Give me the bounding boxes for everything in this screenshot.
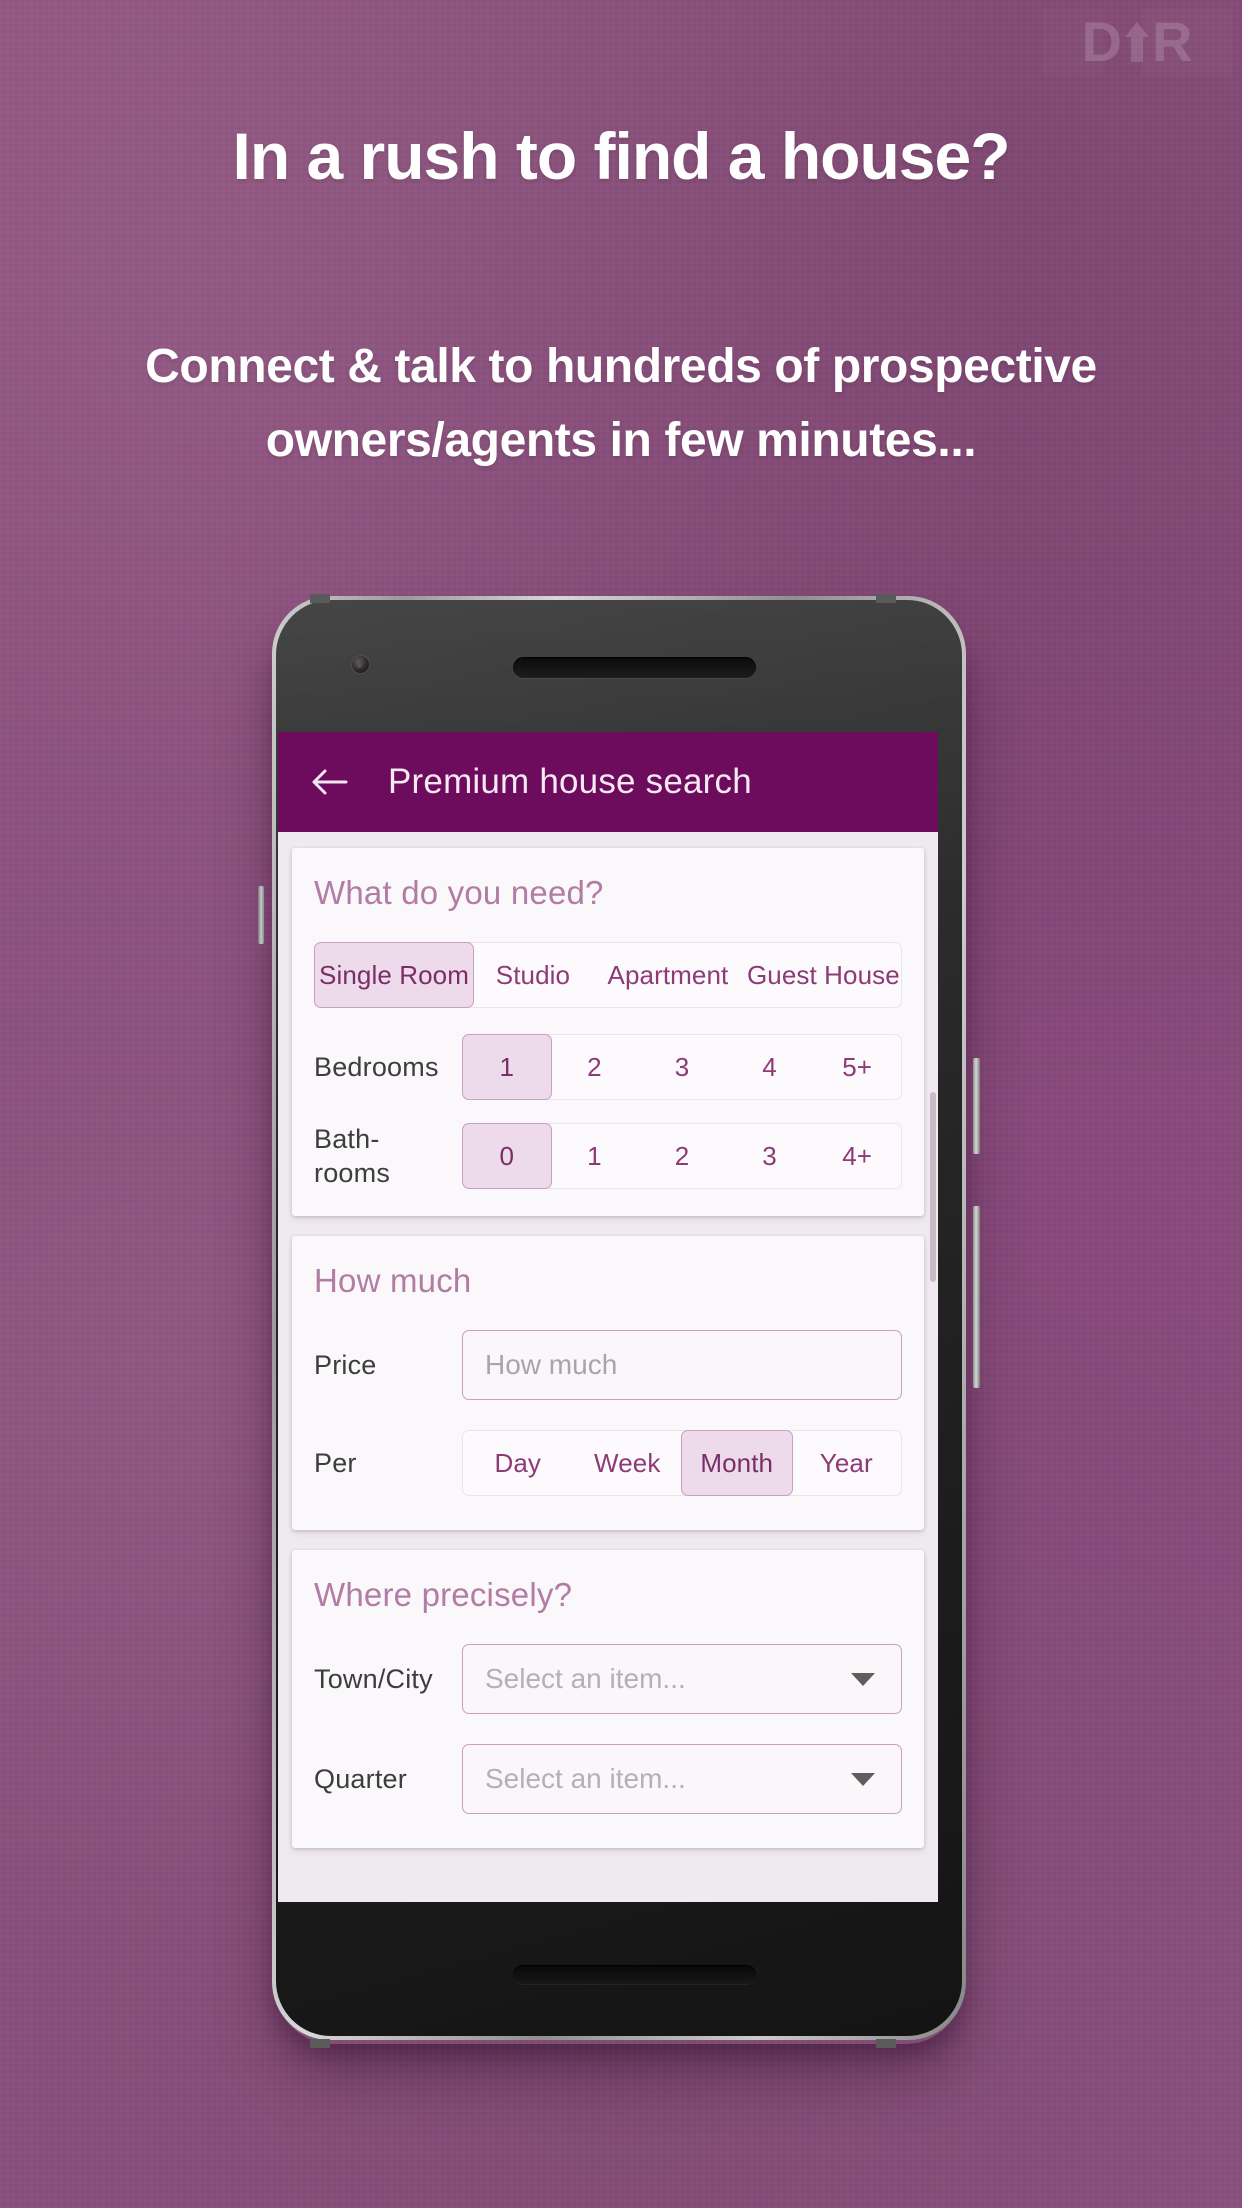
logo-glyphs: D R [1082, 14, 1193, 70]
label-bedrooms: Bedrooms [314, 1052, 439, 1082]
bottom-speaker [513, 1965, 756, 1984]
segment-property-type[interactable]: Single Room Studio Apartment Guest House [314, 942, 902, 1008]
row-quarter: Quarter Select an item... [314, 1744, 902, 1814]
antenna-band-top-left [310, 594, 330, 603]
per-option-day[interactable]: Day [463, 1431, 573, 1495]
antenna-band-bottom-right [876, 2039, 896, 2048]
label-town-city: Town/City [314, 1664, 433, 1694]
front-camera-icon [352, 656, 369, 673]
form-scroll-area[interactable]: What do you need? Single Room Studio Apa… [278, 832, 938, 1902]
row-price: Price How much [314, 1330, 902, 1400]
card-title: How much [314, 1262, 472, 1299]
bedrooms-option-3[interactable]: 3 [638, 1035, 726, 1099]
promo-subheadline: Connect & talk to hundreds of prospectiv… [145, 340, 1097, 467]
vertical-scrollbar[interactable] [930, 1092, 936, 1282]
label-bathrooms: Bath-rooms [314, 1124, 391, 1188]
card-title: Where precisely? [314, 1576, 573, 1613]
app-bar: Premium house search [278, 732, 938, 832]
bathrooms-option-2[interactable]: 2 [638, 1124, 726, 1188]
segment-option-single-room[interactable]: Single Room [314, 942, 474, 1008]
per-option-year[interactable]: Year [792, 1431, 902, 1495]
price-input-placeholder: How much [485, 1349, 618, 1380]
house-arrow-up-icon [1124, 20, 1150, 64]
per-option-month[interactable]: Month [681, 1430, 793, 1496]
logo-letter-r: R [1152, 10, 1193, 73]
label-quarter: Quarter [314, 1764, 407, 1794]
logo-letter-d: D [1081, 10, 1122, 73]
segment-option-guest-house[interactable]: Guest House [743, 943, 904, 1007]
label-price: Price [314, 1350, 377, 1380]
bedrooms-option-4[interactable]: 4 [726, 1035, 814, 1099]
phone-mockup: Premium house search What do you need? S… [258, 586, 980, 2056]
row-town-city: Town/City Select an item... [314, 1644, 902, 1714]
phone-screen: Premium house search What do you need? S… [278, 732, 938, 1902]
bedrooms-option-2[interactable]: 2 [551, 1035, 639, 1099]
per-option-week[interactable]: Week [573, 1431, 683, 1495]
promo-headline: In a rush to find a house? [232, 119, 1010, 193]
card-where-precisely: Where precisely? Town/City Select an ite… [292, 1550, 924, 1848]
antenna-band-bottom-left [310, 2039, 330, 2048]
row-bathrooms: Bath-rooms 0 1 2 3 4+ [314, 1122, 902, 1190]
earpiece-speaker [513, 657, 756, 678]
power-button[interactable] [973, 1058, 980, 1154]
segment-per[interactable]: Day Week Month Year [462, 1430, 902, 1496]
segment-bathrooms[interactable]: 0 1 2 3 4+ [462, 1123, 902, 1189]
price-input[interactable]: How much [462, 1330, 902, 1400]
segment-option-studio[interactable]: Studio [473, 943, 593, 1007]
town-city-placeholder: Select an item... [485, 1663, 686, 1694]
row-property-type: Single Room Studio Apartment Guest House [314, 942, 902, 1008]
bathrooms-option-0[interactable]: 0 [462, 1123, 552, 1189]
bathrooms-option-3[interactable]: 3 [726, 1124, 814, 1188]
card-how-much: How much Price How much Per Day Week Mon… [292, 1236, 924, 1530]
quarter-select[interactable]: Select an item... [462, 1744, 902, 1814]
bedrooms-option-1[interactable]: 1 [462, 1034, 552, 1100]
row-bedrooms: Bedrooms 1 2 3 4 5+ [314, 1034, 902, 1100]
card-what-do-you-need: What do you need? Single Room Studio Apa… [292, 848, 924, 1216]
row-per: Per Day Week Month Year [314, 1430, 902, 1496]
segment-bedrooms[interactable]: 1 2 3 4 5+ [462, 1034, 902, 1100]
quarter-placeholder: Select an item... [485, 1763, 686, 1794]
label-per: Per [314, 1448, 357, 1478]
back-arrow-icon[interactable] [308, 760, 352, 804]
bathrooms-option-1[interactable]: 1 [551, 1124, 639, 1188]
chevron-down-icon [851, 1672, 875, 1686]
segment-option-apartment[interactable]: Apartment [593, 943, 743, 1007]
bathrooms-option-4plus[interactable]: 4+ [813, 1124, 901, 1188]
brand-watermark-logo: D R [1042, 8, 1232, 76]
antenna-band-top-right [876, 594, 896, 603]
chevron-down-icon [851, 1772, 875, 1786]
sim-tray [258, 886, 264, 944]
app-bar-title: Premium house search [388, 762, 752, 801]
card-title: What do you need? [314, 874, 604, 911]
town-city-select[interactable]: Select an item... [462, 1644, 902, 1714]
bedrooms-option-5plus[interactable]: 5+ [813, 1035, 901, 1099]
volume-button[interactable] [973, 1206, 980, 1388]
